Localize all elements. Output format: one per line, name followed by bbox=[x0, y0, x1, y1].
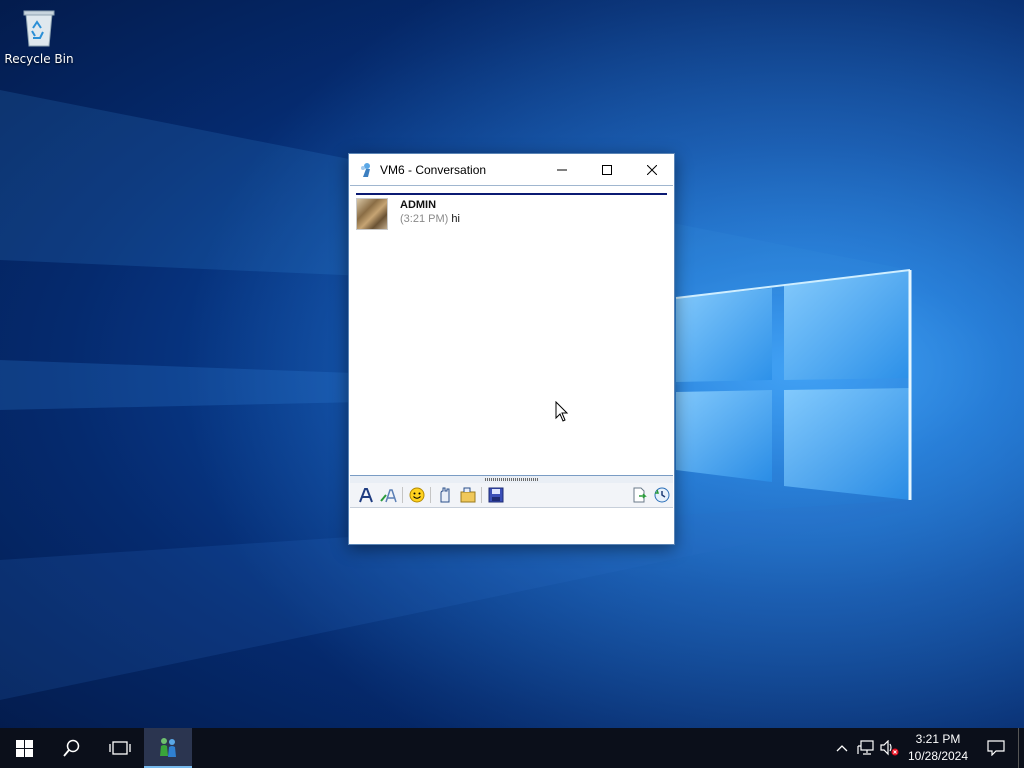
save-button[interactable] bbox=[484, 484, 507, 506]
window-title: VM6 - Conversation bbox=[380, 162, 487, 177]
maximize-icon bbox=[601, 164, 612, 175]
show-hidden-icons-button[interactable] bbox=[830, 728, 854, 768]
network-icon bbox=[857, 740, 874, 755]
messenger-app-icon bbox=[361, 162, 370, 177]
volume-button[interactable] bbox=[878, 728, 902, 768]
taskbar-clock[interactable]: 3:21 PM 10/28/2024 bbox=[902, 731, 974, 765]
taskbar-item-conversation[interactable] bbox=[144, 728, 192, 768]
splitter-handle[interactable] bbox=[350, 475, 673, 483]
taskbar: 3:21 PM 10/28/2024 bbox=[0, 728, 1024, 768]
nudge-button[interactable] bbox=[433, 484, 456, 506]
save-icon bbox=[488, 487, 503, 503]
title-bar[interactable]: VM6 - Conversation bbox=[349, 154, 674, 185]
notification-icon bbox=[987, 740, 1005, 756]
mouse-cursor-icon bbox=[555, 401, 569, 422]
header-rule bbox=[356, 193, 667, 195]
system-tray: 3:21 PM 10/28/2024 bbox=[830, 728, 1024, 768]
close-icon bbox=[646, 164, 657, 175]
message-body: ADMIN (3:21 PM) hi bbox=[400, 198, 460, 230]
start-button[interactable] bbox=[0, 728, 48, 768]
font-icon bbox=[358, 488, 373, 503]
messenger-app-icon bbox=[160, 738, 176, 757]
message-input[interactable] bbox=[350, 508, 673, 544]
nudge-icon bbox=[440, 487, 449, 503]
chevron-up-icon bbox=[836, 745, 848, 752]
search-icon bbox=[63, 739, 80, 757]
toolbar-separator bbox=[430, 487, 431, 503]
font-button[interactable] bbox=[354, 484, 377, 506]
timestamp-button[interactable] bbox=[650, 484, 673, 506]
message-item: ADMIN (3:21 PM) hi bbox=[356, 198, 460, 230]
toolbar-separator bbox=[481, 487, 482, 503]
volume-muted-icon bbox=[880, 740, 899, 756]
minimize-icon bbox=[556, 169, 567, 170]
emoticon-icon bbox=[409, 487, 424, 503]
toolbar-separator bbox=[402, 487, 403, 503]
maximize-button[interactable] bbox=[584, 154, 629, 185]
timestamp-icon bbox=[654, 487, 669, 503]
conversation-window[interactable]: VM6 - Conversation ADMIN (3:21 PM) hi bbox=[348, 153, 675, 545]
emoticon-button[interactable] bbox=[405, 484, 428, 506]
desktop-icon-recycle-bin[interactable]: Recycle Bin bbox=[4, 6, 74, 78]
font-color-button[interactable] bbox=[377, 484, 400, 506]
desktop-icon-label: Recycle Bin bbox=[4, 52, 74, 66]
clock-date: 10/28/2024 bbox=[907, 749, 969, 763]
close-button[interactable] bbox=[629, 154, 674, 185]
message-author: ADMIN bbox=[400, 199, 437, 211]
network-button[interactable] bbox=[854, 728, 878, 768]
recycle-bin-icon bbox=[23, 10, 55, 47]
grip-icon bbox=[484, 478, 539, 481]
search-button[interactable] bbox=[48, 728, 96, 768]
format-toolbar bbox=[350, 483, 673, 508]
message-text: hi bbox=[451, 213, 460, 225]
show-desktop-button[interactable] bbox=[1018, 728, 1024, 768]
send-file-button[interactable] bbox=[456, 484, 479, 506]
send-file-icon bbox=[460, 487, 475, 503]
task-view-icon bbox=[109, 741, 131, 755]
message-line: (3:21 PM) hi bbox=[400, 213, 460, 225]
history-icon bbox=[633, 487, 647, 503]
task-view-button[interactable] bbox=[96, 728, 144, 768]
history-button[interactable] bbox=[627, 484, 650, 506]
avatar bbox=[356, 198, 388, 230]
clock-time: 3:21 PM bbox=[915, 732, 961, 746]
font-color-icon bbox=[379, 489, 397, 503]
start-icon bbox=[15, 739, 33, 757]
conversation-history[interactable]: ADMIN (3:21 PM) hi bbox=[350, 185, 673, 475]
action-center-button[interactable] bbox=[974, 728, 1018, 768]
message-time: (3:21 PM) bbox=[400, 213, 449, 225]
minimize-button[interactable] bbox=[539, 154, 584, 185]
